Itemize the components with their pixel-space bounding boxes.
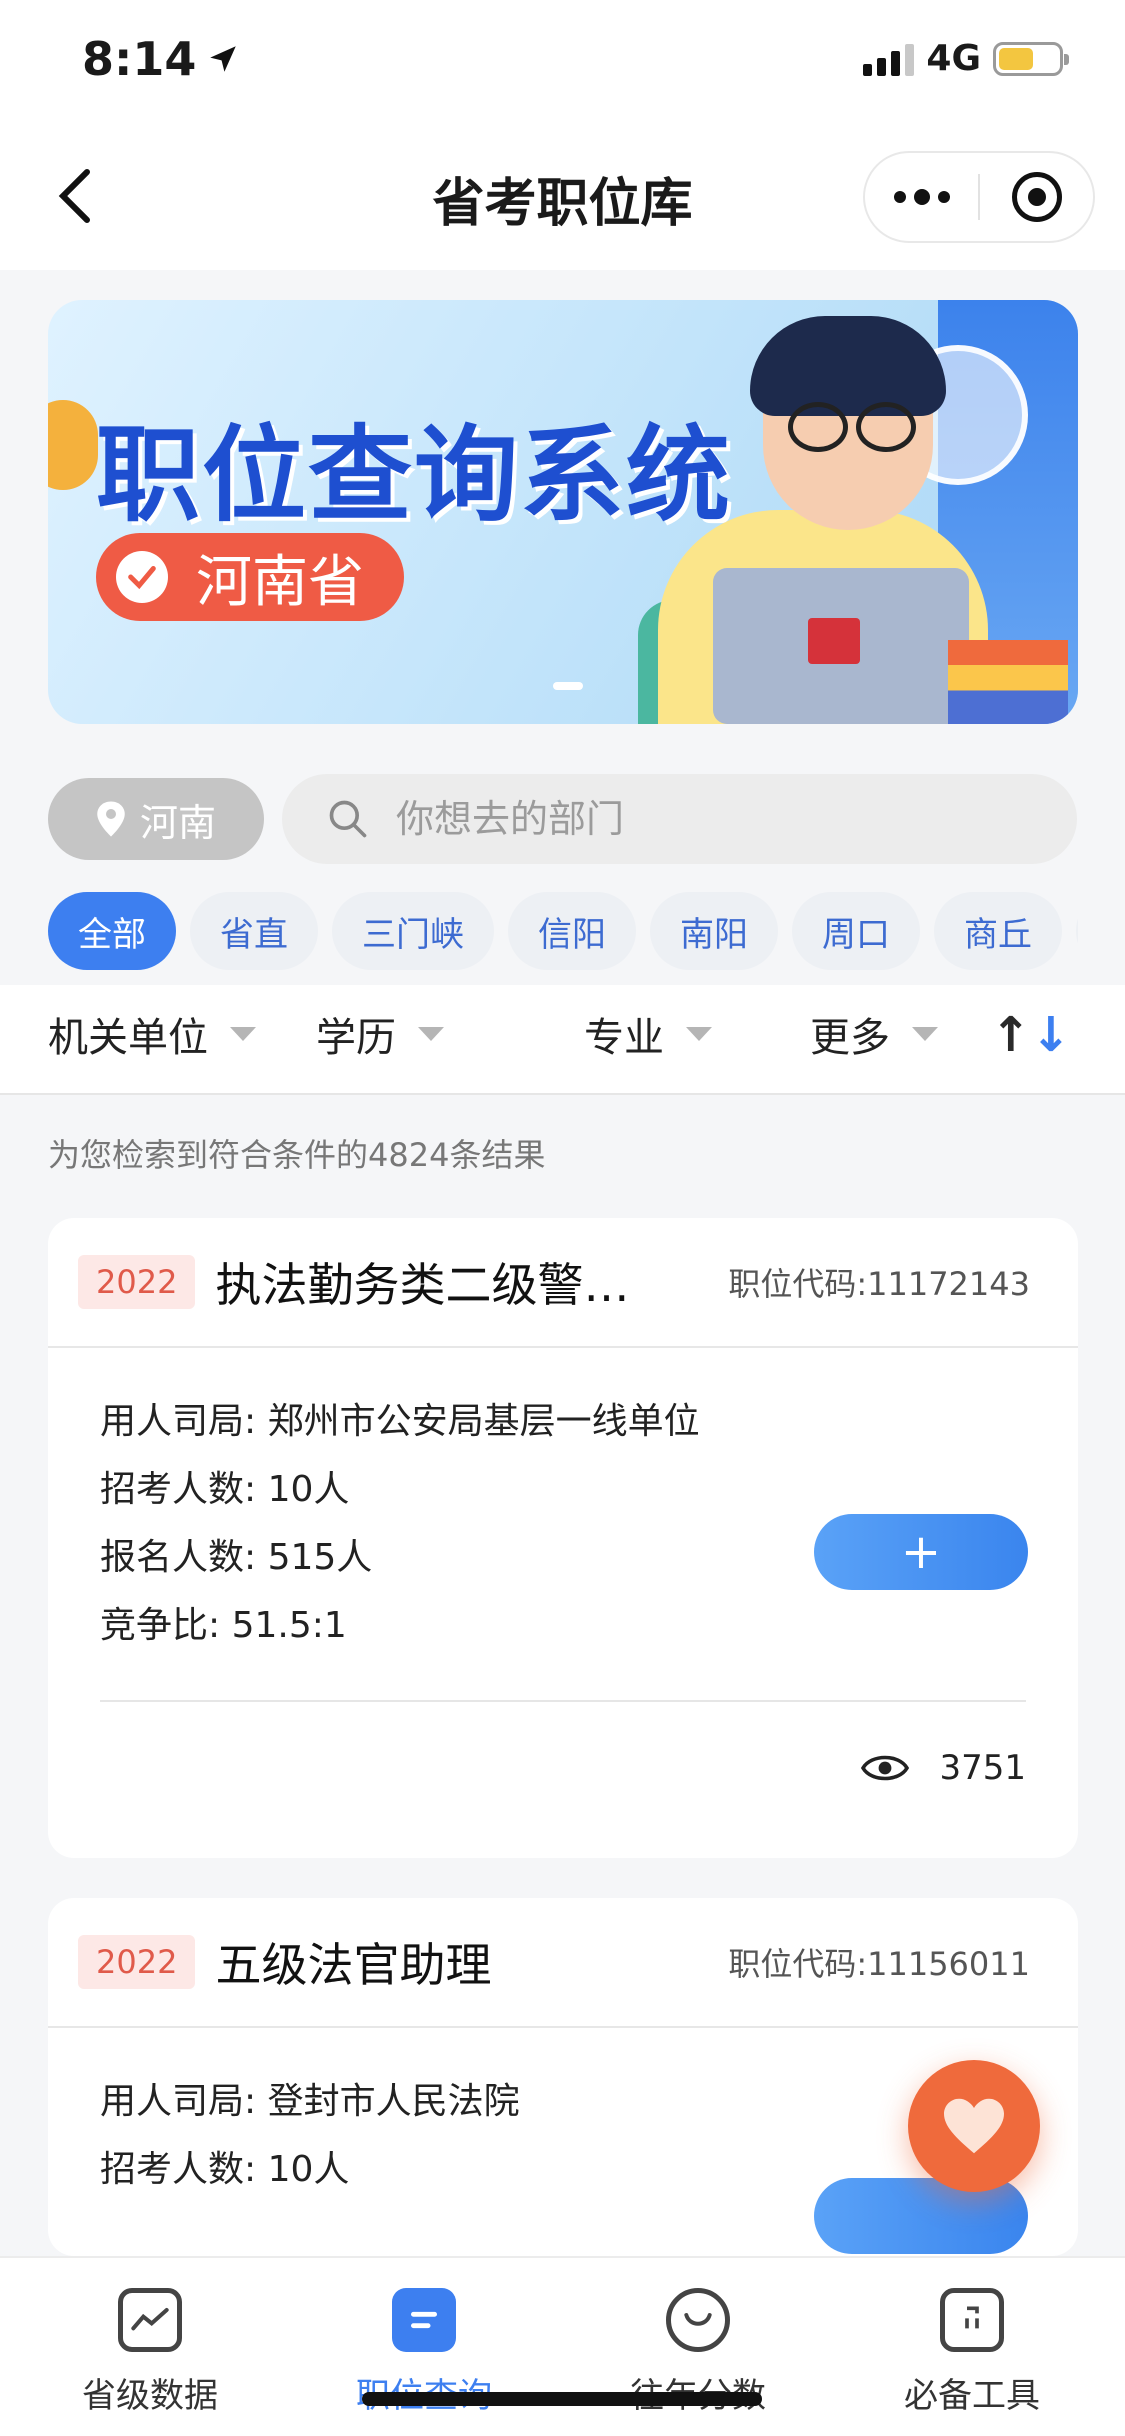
job-card-footer: 3751 [100,1700,1026,1834]
job-card[interactable]: 2022 五级法官助理 职位代码:11156011 用人司局: 登封市人民法院 … [48,1898,1078,2256]
job-code: 职位代码:11172143 [728,1265,1030,1303]
banner-badge: 河南省 [96,533,404,621]
filter-department-label: 机关单位 [48,1015,208,1061]
tab-tools[interactable]: 必备工具 [862,2288,1082,2417]
view-count: 3751 [939,1748,1026,1788]
job-card-header: 2022 执法勤务类二级警… 职位代码:11172143 [48,1218,1078,1348]
toolbox-icon [940,2288,1004,2352]
filter-bar: 机关单位 学历 专业 更多 ↑↓ [0,985,1125,1095]
job-title: 五级法官助理 [215,1938,492,1992]
location-arrow-icon [210,46,237,72]
signal-icon [863,42,915,76]
list-icon [392,2288,456,2352]
caret-down-icon [686,1027,712,1041]
sort-icon[interactable]: ↑↓ [991,1007,1071,1063]
search-input[interactable] [396,797,1036,841]
filter-more[interactable]: 更多 [810,1005,938,1063]
search-icon [329,800,367,838]
nav-bar: 省考职位库 [0,125,1125,270]
battery-icon [993,41,1069,76]
competition-ratio-row: 竞争比: 51.5:1 [100,1605,347,1646]
filter-more-label: 更多 [810,1015,890,1061]
chip-more-cut[interactable] [1076,892,1078,970]
favorite-fab[interactable] [908,2060,1040,2192]
filter-major[interactable]: 专业 [584,1005,712,1063]
target-icon [1011,172,1062,222]
home-indicator [362,2392,762,2406]
result-count: 为您检索到符合条件的4824条结果 [48,1136,546,1174]
add-button[interactable]: + [814,1514,1028,1590]
status-time-text: 8:14 [82,32,197,86]
caret-down-icon [418,1027,444,1041]
location-label: 河南 [139,800,216,845]
year-badge: 2022 [78,1935,196,1989]
chip-sanmenxia[interactable]: 三门峡 [332,892,494,970]
caret-down-icon [912,1027,938,1041]
location-pin-icon [97,801,125,837]
mini-program-capsule [863,151,1095,243]
tab-label: 省级数据 [82,2376,218,2416]
tab-bar: 省级数据 职位查询 往年分数 必备工具 [0,2256,1125,2436]
banner-badge-label: 河南省 [196,549,364,615]
add-button[interactable] [814,2178,1028,2254]
chip-nanyang[interactable]: 南阳 [650,892,778,970]
heart-icon [944,2098,1004,2154]
filter-education-label: 学历 [316,1015,396,1061]
chip-provincial[interactable]: 省直 [190,892,318,970]
laptop-logo [808,618,860,664]
eye-icon [861,1755,910,1781]
search-bar[interactable] [282,774,1077,864]
books-illustration [948,640,1068,724]
chip-shangqiu[interactable]: 商丘 [934,892,1062,970]
more-dots-icon [893,189,950,205]
chart-icon [118,2288,182,2352]
location-selector[interactable]: 河南 [48,778,264,860]
status-right: 4G [863,38,1069,79]
region-chips: 全部 省直 三门峡 信阳 南阳 周口 商丘 [48,892,1078,970]
chip-all[interactable]: 全部 [48,892,176,970]
promo-banner[interactable]: 职位查询系统 河南省 [48,300,1078,724]
job-card-header: 2022 五级法官助理 职位代码:11156011 [48,1898,1078,2028]
employer-row: 用人司局: 郑州市公安局基层一线单位 [100,1401,700,1442]
chip-xinyang[interactable]: 信阳 [508,892,636,970]
job-code: 职位代码:11156011 [728,1945,1030,1983]
person-hair-illustration [750,316,946,416]
banner-pagination [553,682,583,690]
banner-title: 职位查询系统 [96,414,733,536]
close-mini-program-button[interactable] [980,153,1093,241]
status-time: 8:14 [82,32,240,86]
network-type: 4G [926,38,981,79]
check-icon [116,551,168,603]
smile-icon [666,2288,730,2352]
job-title: 执法勤务类二级警… [215,1258,630,1312]
filter-department[interactable]: 机关单位 [48,1005,256,1063]
tab-provincial-data[interactable]: 省级数据 [40,2288,260,2417]
employer-row: 用人司局: 登封市人民法院 [100,2081,520,2122]
filter-major-label: 专业 [584,1015,664,1061]
tab-label: 必备工具 [904,2376,1040,2416]
filter-education[interactable]: 学历 [316,1005,444,1063]
coin-illustration [48,400,98,490]
more-button[interactable] [865,153,978,241]
caret-down-icon [230,1027,256,1041]
year-badge: 2022 [78,1255,196,1309]
status-bar: 8:14 4G [0,0,1125,125]
job-card-body: 用人司局: 郑州市公安局基层一线单位 招考人数: 10人 报名人数: 515人 … [48,1348,1078,1660]
chip-zhoukou[interactable]: 周口 [792,892,920,970]
job-card[interactable]: 2022 执法勤务类二级警… 职位代码:11172143 用人司局: 郑州市公安… [48,1218,1078,1858]
